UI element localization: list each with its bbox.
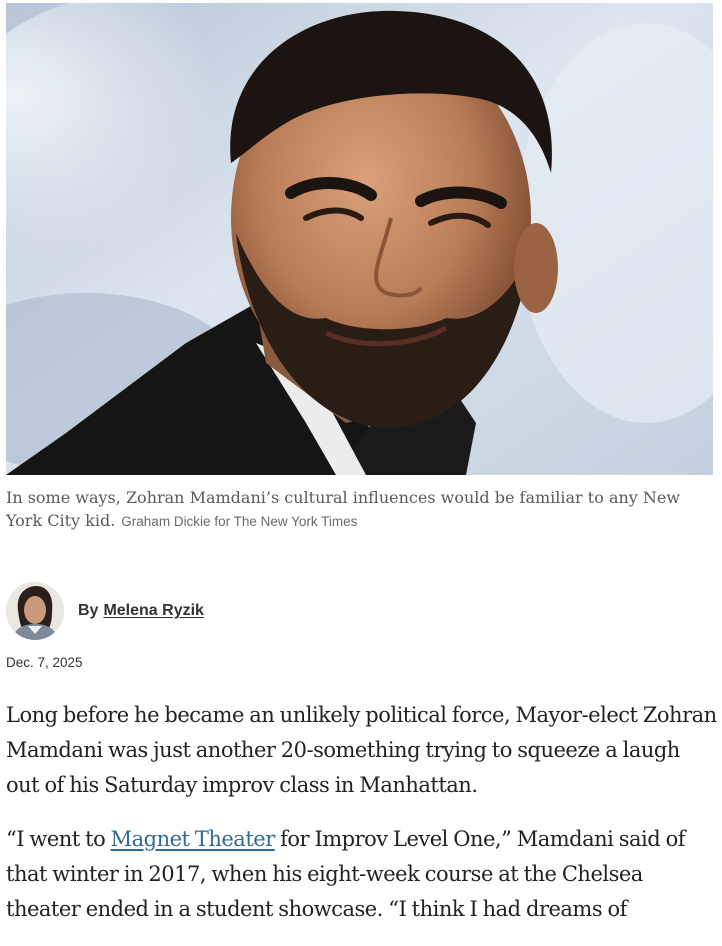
portrait-photo-icon <box>6 3 713 475</box>
author-link[interactable]: Melena Ryzik <box>103 602 203 620</box>
byline-row: By Melena Ryzik <box>6 582 204 640</box>
article-paragraph: Long before he became an unlikely politi… <box>6 703 717 797</box>
byline-prefix: By <box>78 602 99 619</box>
paragraph-text: “I went to <box>6 827 111 851</box>
publish-date: Dec. 7, 2025 <box>6 655 83 670</box>
byline: By Melena Ryzik <box>78 602 204 620</box>
article-body: Long before he became an unlikely politi… <box>6 698 718 946</box>
article-paragraph: “I went to Magnet Theater for Improv Lev… <box>6 822 718 927</box>
photo-credit: Graham Dickie for The New York Times <box>121 514 358 529</box>
magnet-theater-link[interactable]: Magnet Theater <box>111 827 276 851</box>
hero-photo <box>6 3 713 475</box>
author-avatar-icon[interactable] <box>6 582 64 640</box>
photo-caption: In some ways, Zohran Mamdani’s cultural … <box>6 486 711 533</box>
